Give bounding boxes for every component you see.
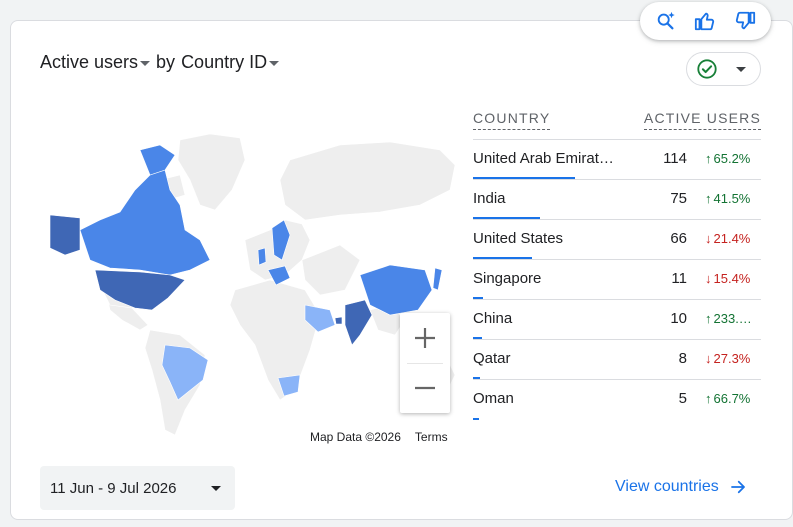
chevron-down-icon <box>211 485 221 491</box>
active-users-value: 11 <box>671 270 687 287</box>
status-dropdown-button[interactable] <box>686 52 761 86</box>
change-value: 41.5% <box>713 191 751 206</box>
map-data-label: Map Data ©2026 <box>310 429 401 444</box>
metric-dropdown[interactable]: Active users <box>40 52 151 73</box>
arrow-up-icon: ↑ <box>705 151 712 166</box>
map-zoom-control <box>400 313 450 413</box>
arrow-up-icon: ↑ <box>705 191 712 206</box>
arrow-right-icon <box>730 480 745 494</box>
change-value: 21.4% <box>713 231 751 246</box>
arrow-down-icon: ↓ <box>705 271 712 286</box>
change-indicator: ↑ 41.5% <box>705 191 761 206</box>
country-name: India <box>473 190 506 207</box>
metric-label: Active users <box>40 52 139 72</box>
map-africa <box>229 279 321 401</box>
date-range-dropdown[interactable]: 11 Jun - 9 Jul 2026 <box>40 466 235 510</box>
plus-icon <box>415 328 435 348</box>
arrow-up-icon: ↑ <box>705 311 712 326</box>
map-greenland <box>177 133 246 211</box>
table-row[interactable]: India 75 ↑ 41.5% <box>473 180 761 220</box>
share-bar <box>473 337 482 339</box>
thumbs-up-icon[interactable] <box>691 7 719 35</box>
map-uk <box>257 247 267 266</box>
zoom-in-button[interactable] <box>400 313 450 363</box>
country-name: China <box>473 310 513 327</box>
view-countries-label: View countries <box>615 478 719 495</box>
share-bar <box>473 217 540 219</box>
country-name: United Arab Emirat… <box>473 150 614 167</box>
arrow-down-icon: ↓ <box>705 231 712 246</box>
chevron-down-icon <box>269 61 280 66</box>
country-name: Oman <box>473 390 514 407</box>
active-users-column-header[interactable]: ACTIVE USERS <box>643 110 761 130</box>
change-value: 15.4% <box>713 271 751 286</box>
table-row[interactable]: Qatar 8 ↓ 27.3% <box>473 340 761 380</box>
map-china <box>359 264 433 316</box>
dimension-dropdown[interactable]: Country ID <box>181 52 280 73</box>
change-value: 66.7% <box>713 391 751 406</box>
minus-icon <box>415 386 435 390</box>
share-bar <box>473 257 532 259</box>
country-name: Singapore <box>473 270 542 287</box>
change-indicator: ↑ 65.2% <box>705 151 761 166</box>
change-indicator: ↓ 27.3% <box>705 351 761 366</box>
share-bar <box>473 377 480 379</box>
table-row[interactable]: China 10 ↑ 233.… <box>473 300 761 340</box>
table-header: COUNTRY ACTIVE USERS <box>473 108 761 140</box>
map-canada <box>79 169 211 276</box>
map-alaska <box>49 214 81 256</box>
map-japan <box>432 267 443 291</box>
map-uae <box>334 316 343 325</box>
card-title: Active users by Country ID <box>40 52 280 73</box>
map-attribution: Map Data ©2026 Terms <box>304 428 454 445</box>
table-row[interactable]: Oman 5 ↑ 66.7% <box>473 380 761 420</box>
map-india <box>344 299 373 346</box>
country-table: COUNTRY ACTIVE USERS United Arab Emirat…… <box>473 108 761 420</box>
chevron-down-icon <box>736 66 746 72</box>
terms-link[interactable]: Terms <box>415 430 448 444</box>
change-indicator: ↓ 15.4% <box>705 271 761 286</box>
active-users-value: 8 <box>678 350 687 367</box>
active-users-value: 66 <box>670 230 687 247</box>
arrow-up-icon: ↑ <box>705 391 712 406</box>
insights-icon[interactable] <box>652 7 680 35</box>
arrow-down-icon: ↓ <box>705 351 712 366</box>
change-indicator: ↑ 66.7% <box>705 391 761 406</box>
change-indicator: ↑ 233.… <box>705 311 761 326</box>
map-canada-north <box>139 144 176 176</box>
change-indicator: ↓ 21.4% <box>705 231 761 246</box>
chevron-down-icon <box>140 61 151 66</box>
country-name: Qatar <box>473 350 511 367</box>
share-bar <box>473 177 575 179</box>
active-users-value: 5 <box>678 390 687 407</box>
change-value: 65.2% <box>713 151 751 166</box>
map-russia <box>279 141 456 221</box>
dimension-label: Country ID <box>181 52 268 72</box>
check-circle-icon <box>697 59 717 79</box>
share-bar <box>473 418 479 420</box>
view-countries-link[interactable]: View countries <box>615 478 747 496</box>
date-range-label: 11 Jun - 9 Jul 2026 <box>50 479 177 497</box>
table-row[interactable]: United Arab Emirat… 114 ↑ 65.2% <box>473 140 761 180</box>
feedback-actions <box>640 2 771 40</box>
active-users-value: 75 <box>670 190 687 207</box>
country-name: United States <box>473 230 564 247</box>
table-row[interactable]: United States 66 ↓ 21.4% <box>473 220 761 260</box>
by-label: by <box>156 52 176 72</box>
change-value: 233.… <box>713 311 752 326</box>
map-central-asia <box>301 244 361 296</box>
share-bar <box>473 297 483 299</box>
zoom-out-button[interactable] <box>400 363 450 413</box>
world-map[interactable] <box>40 120 460 450</box>
active-users-value: 114 <box>663 150 687 167</box>
country-column-header[interactable]: COUNTRY <box>473 110 551 130</box>
change-value: 27.3% <box>713 351 751 366</box>
active-users-value: 10 <box>670 310 687 327</box>
table-row[interactable]: Singapore 11 ↓ 15.4% <box>473 260 761 300</box>
thumbs-down-icon[interactable] <box>731 7 759 35</box>
